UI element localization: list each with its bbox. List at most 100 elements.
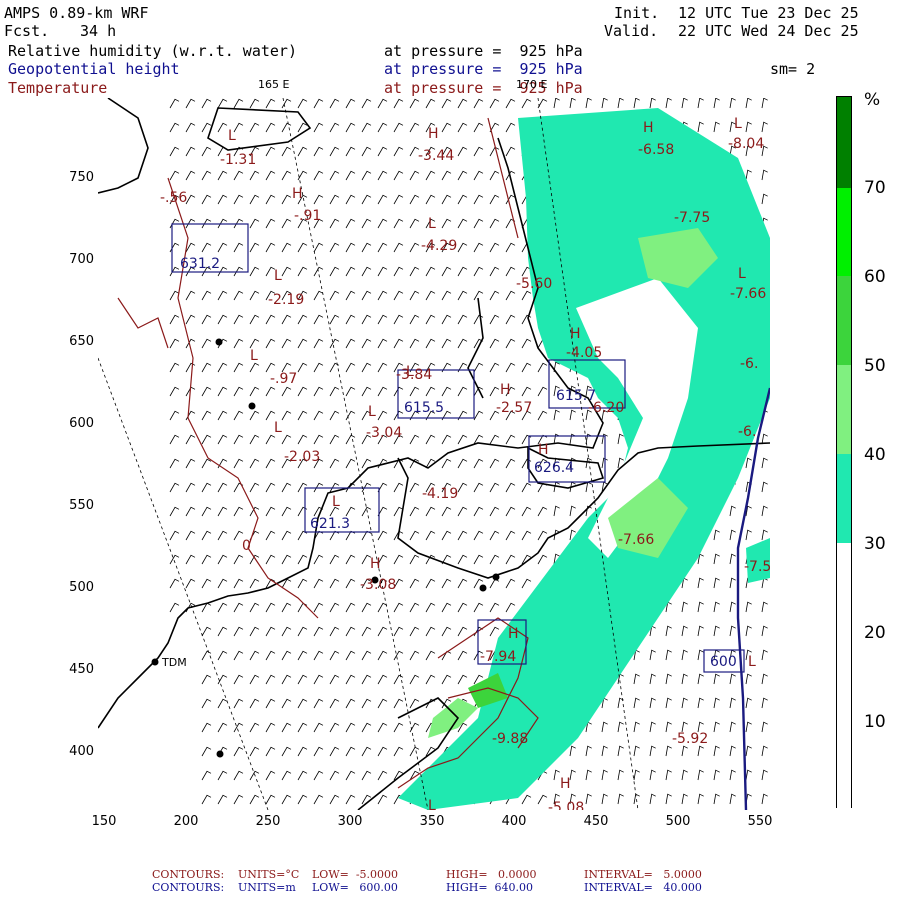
pressure-height: at pressure = 925 hPa	[384, 60, 583, 78]
colorbar	[836, 96, 852, 809]
low-center-marker: L	[748, 654, 756, 670]
temperature-label: -.56	[160, 190, 187, 206]
colorbar-below-30	[837, 543, 851, 809]
temperature-label: -7.66	[730, 286, 766, 302]
footer-temp-low: LOW= -5.0000	[312, 868, 399, 881]
low-center-marker: L	[274, 420, 282, 436]
high-center-marker: H	[292, 186, 303, 202]
low-center-marker: L	[734, 116, 742, 132]
high-center-marker: H	[508, 626, 519, 642]
field-rh: Relative humidity (w.r.t. water)	[8, 42, 297, 60]
field-temp: Temperature	[8, 79, 108, 97]
low-center-marker: L	[738, 266, 746, 282]
temperature-label: -8.04	[728, 136, 764, 152]
x-tick-label: 250	[255, 814, 281, 829]
lon-170-label: 170 E	[516, 78, 548, 91]
low-center-marker: L	[368, 404, 376, 420]
colorbar-30	[837, 454, 851, 543]
temperature-label: -2.19	[268, 292, 304, 308]
temperature-label: 0	[242, 538, 251, 554]
temperature-label: -6.58	[638, 142, 674, 158]
footer-height-units: UNITS=m	[238, 881, 296, 894]
footer-temp-units: UNITS=°C	[238, 868, 300, 881]
colorbar-60	[837, 188, 851, 276]
height-label: 615.7	[556, 388, 596, 404]
x-tick-label: 350	[419, 814, 445, 829]
y-tick-label: 750	[69, 170, 94, 185]
temperature-label: -3.08	[360, 577, 396, 593]
temperature-label: -.97	[270, 371, 297, 387]
temperature-label: -2.03	[284, 449, 320, 465]
x-tick-label: 150	[91, 814, 117, 829]
y-tick-label: 400	[69, 744, 94, 759]
temperature-label: -7.5	[744, 559, 770, 575]
colorbar-50	[837, 276, 851, 365]
model-title: AMPS 0.89-km WRF	[4, 4, 149, 22]
valid-time: 22 UTC Wed 24 Dec 25	[678, 22, 859, 40]
colorbar-level-label: 30	[864, 534, 886, 554]
colorbar-unit: %	[864, 90, 881, 110]
temperature-label: -5.60	[516, 276, 552, 292]
temperature-label: -4.19	[422, 486, 458, 502]
smoothing-label: sm= 2	[770, 60, 816, 78]
y-tick-label: 450	[69, 662, 94, 677]
pressure-rh: at pressure = 925 hPa	[384, 42, 583, 60]
height-label: 600	[710, 654, 737, 670]
temperature-label: -7.75	[674, 210, 710, 226]
temperature-label: -5.08	[548, 800, 584, 810]
low-center-marker: L	[332, 494, 340, 510]
footer-temp-interval: INTERVAL= 5.0000	[584, 868, 702, 881]
x-tick-label: 550	[747, 814, 773, 829]
footer-height-label: CONTOURS:	[152, 881, 225, 894]
high-center-marker: H	[500, 382, 511, 398]
colorbar-level-label: 50	[864, 356, 886, 376]
colorbar-40	[837, 365, 851, 454]
x-tick-label: 400	[501, 814, 527, 829]
x-tick-label: 450	[583, 814, 609, 829]
y-tick-label: 500	[69, 580, 94, 595]
colorbar-level-label: 10	[864, 712, 886, 732]
temperature-label: -6.	[740, 356, 758, 372]
high-center-marker: H	[643, 120, 654, 136]
low-center-marker: L	[428, 798, 436, 810]
y-tick-label: 700	[69, 252, 94, 267]
init-label: Init.	[614, 4, 660, 22]
temperature-label: -4.29	[421, 238, 457, 254]
temperature-label: -4.05	[566, 345, 602, 361]
low-center-marker: L	[228, 128, 236, 144]
temperature-label: -6.	[738, 424, 756, 440]
temperature-label: -3.84	[396, 367, 432, 383]
temperature-label: -1.31	[220, 152, 256, 168]
footer-temp-label: CONTOURS:	[152, 868, 225, 881]
map-panel: LHHLHLLLLHLHLLHLHHLLH -1.31 -3.44 -6.58 -8.…	[98, 98, 770, 810]
high-center-marker: H	[538, 442, 549, 458]
height-label: 615.5	[404, 400, 444, 416]
height-label: 621.3	[310, 516, 350, 532]
y-tick-label: 650	[69, 334, 94, 349]
valid-label: Valid.	[604, 22, 659, 40]
temperature-label: -9.88	[492, 731, 528, 747]
high-center-marker: H	[560, 776, 571, 792]
pressure-temp: at pressure = 925 hPa	[384, 79, 583, 97]
footer-temp-high: HIGH= 0.0000	[446, 868, 537, 881]
height-label: 626.4	[534, 460, 574, 476]
temperature-label: -.91	[294, 208, 321, 224]
temperature-label: -7.66	[618, 532, 654, 548]
temperature-label: -2.57	[496, 400, 532, 416]
x-tick-label: 500	[665, 814, 691, 829]
temperature-label: -5.92	[672, 731, 708, 747]
low-center-marker: L	[428, 216, 436, 232]
init-time: 12 UTC Tue 23 Dec 25	[678, 4, 859, 22]
footer-height-low: LOW= 600.00	[312, 881, 398, 894]
colorbar-level-label: 20	[864, 623, 886, 643]
temperature-label: -3.04	[366, 425, 402, 441]
footer-height-high: HIGH= 640.00	[446, 881, 534, 894]
colorbar-70	[837, 97, 851, 188]
footer-height-interval: INTERVAL= 40.000	[584, 881, 702, 894]
forecast-hour: 34 h	[80, 22, 117, 40]
field-height: Geopotential height	[8, 60, 180, 78]
high-center-marker: H	[370, 556, 381, 572]
x-tick-label: 300	[337, 814, 363, 829]
colorbar-level-label: 40	[864, 445, 886, 465]
temperature-label: -3.44	[418, 148, 454, 164]
